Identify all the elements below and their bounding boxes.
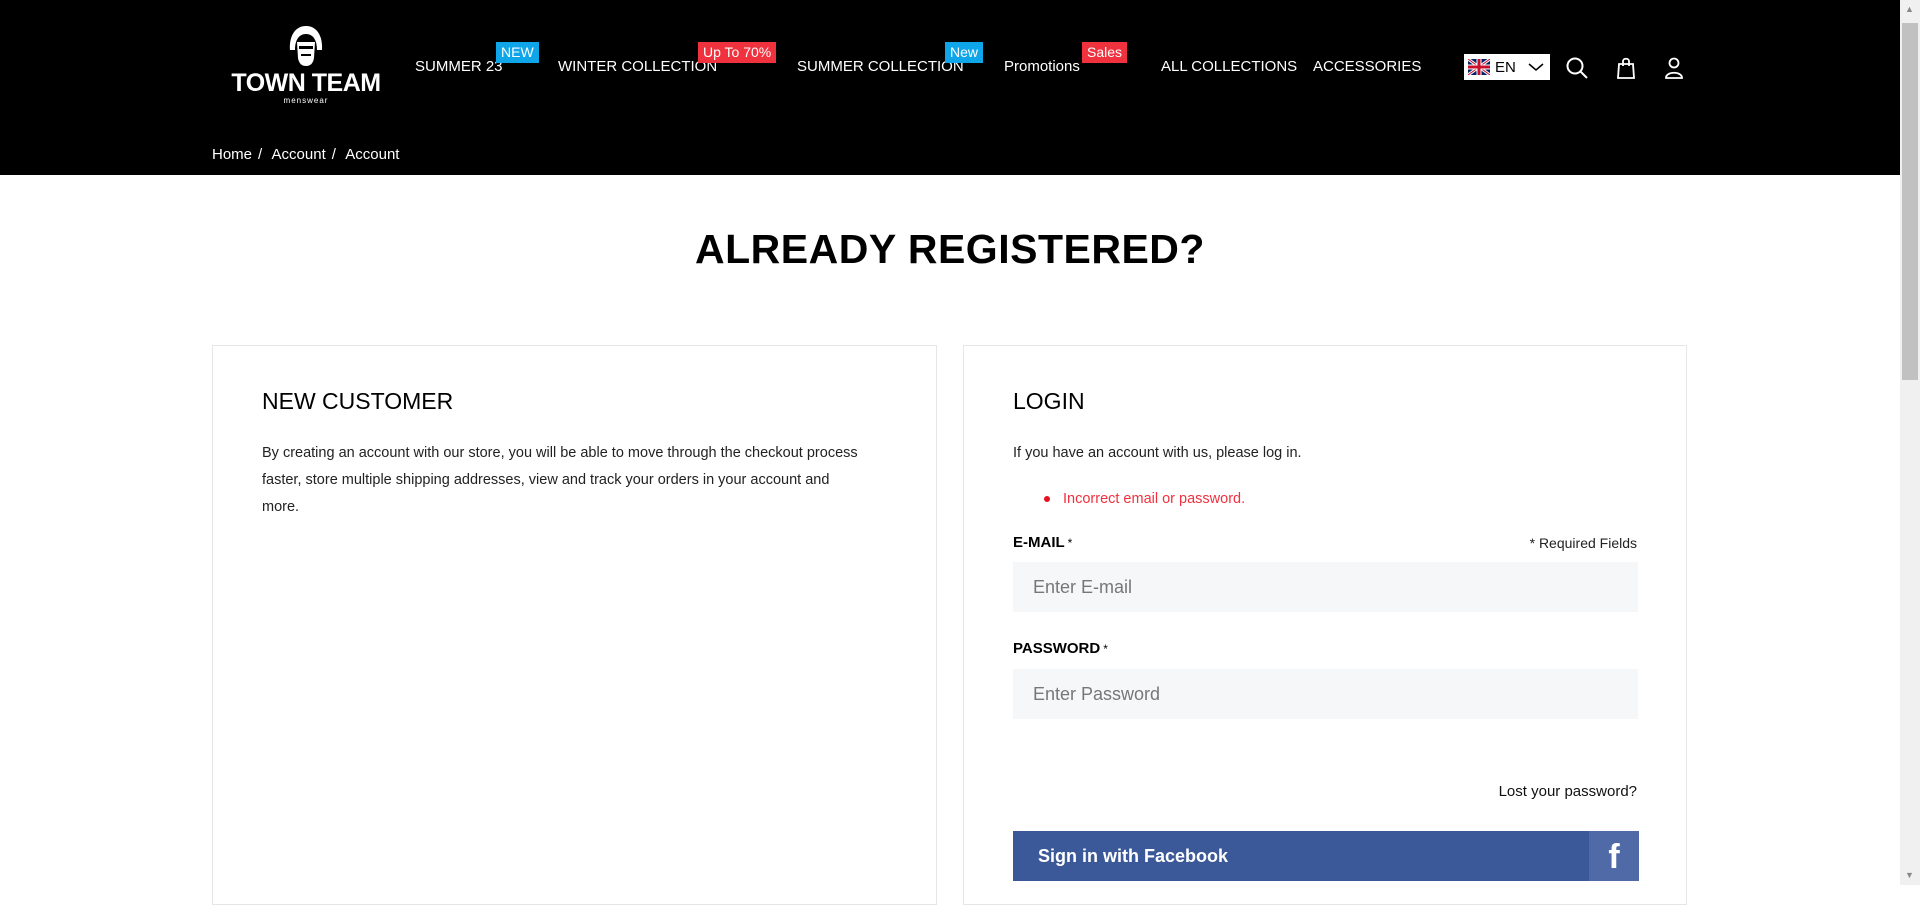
required-fields-note: * Required Fields — [1529, 535, 1637, 551]
lost-password-link[interactable]: Lost your password? — [1499, 783, 1637, 800]
nav-winter-collection[interactable]: WINTER COLLECTION — [558, 58, 717, 75]
password-label-text: PASSWORD — [1013, 640, 1101, 657]
email-label-text: E-MAIL — [1013, 534, 1065, 551]
scroll-down-icon[interactable]: ▼ — [1905, 870, 1914, 880]
nav-badge-new: New — [945, 42, 984, 63]
facebook-icon: f — [1589, 831, 1639, 881]
vertical-scrollbar[interactable]: ▲ ▼ — [1900, 0, 1920, 885]
login-panel: LOGIN If you have an account with us, pl… — [963, 345, 1687, 905]
uk-flag-icon — [1468, 59, 1490, 75]
login-intro: If you have an account with us, please l… — [1013, 445, 1302, 461]
page-title: ALREADY REGISTERED? — [695, 226, 1205, 272]
chevron-down-icon — [1528, 63, 1544, 71]
breadcrumb-home[interactable]: Home — [212, 146, 252, 163]
nav-all-collections[interactable]: ALL COLLECTIONS — [1161, 58, 1297, 75]
scrollbar-thumb[interactable] — [1902, 23, 1918, 380]
search-icon[interactable] — [1565, 56, 1589, 80]
required-star: * — [1103, 642, 1108, 656]
logo-text: TOWN TEAM — [231, 69, 381, 97]
breadcrumb-current: Account — [345, 146, 400, 163]
logo-subtext: menswear — [283, 96, 329, 105]
nav-badge-up-to-70: Up To 70% — [698, 42, 777, 63]
new-customer-text: By creating an account with our store, y… — [262, 445, 858, 515]
email-input[interactable] — [1013, 562, 1638, 612]
password-input[interactable] — [1013, 669, 1638, 719]
email-label: E-MAIL * — [1013, 534, 1072, 551]
required-star: * — [1067, 536, 1073, 550]
site-header: TOWN TEAM menswear SUMMER 23 NEW WINTER … — [0, 0, 1900, 175]
facebook-signin-button[interactable]: Sign in with Facebook f — [1013, 831, 1639, 881]
scroll-up-icon[interactable]: ▲ — [1905, 4, 1914, 14]
breadcrumb: Home / Account / Account — [212, 146, 400, 163]
language-label: EN — [1495, 58, 1516, 76]
nav-summer-collection[interactable]: SUMMER COLLECTION — [797, 58, 964, 75]
language-selector[interactable]: EN — [1464, 54, 1550, 80]
logo-mark-icon — [289, 26, 323, 66]
logo[interactable]: TOWN TEAM menswear — [224, 24, 388, 110]
nav-accessories[interactable]: ACCESSORIES — [1313, 58, 1421, 75]
nav-badge-new: NEW — [496, 42, 539, 63]
nav-summer-23[interactable]: SUMMER 23 — [415, 58, 503, 75]
facebook-signin-label: Sign in with Facebook — [1038, 846, 1229, 866]
shopping-bag-icon[interactable] — [1614, 56, 1638, 80]
nav-badge-sales: Sales — [1082, 42, 1128, 63]
password-label: PASSWORD * — [1013, 640, 1108, 657]
user-icon[interactable] — [1662, 56, 1686, 80]
error-message: Incorrect email or password. — [1063, 491, 1246, 507]
login-title: LOGIN — [1013, 388, 1085, 414]
new-customer-panel: NEW CUSTOMER By creating an account with… — [212, 345, 937, 905]
new-customer-title: NEW CUSTOMER — [262, 388, 454, 414]
error-bullet-icon — [1044, 496, 1050, 502]
nav-promotions[interactable]: Promotions — [1004, 58, 1080, 75]
breadcrumb-account[interactable]: Account — [272, 146, 326, 163]
